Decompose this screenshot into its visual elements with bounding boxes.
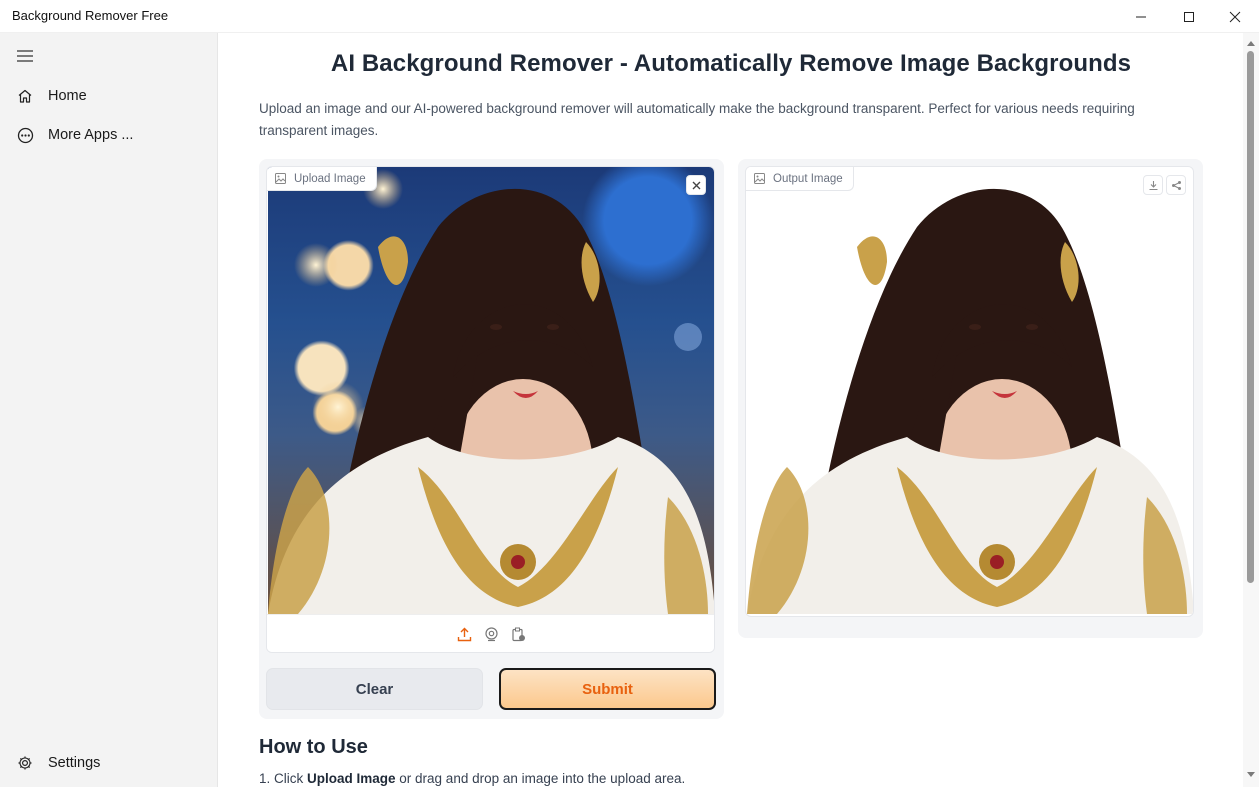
sidebar: Home More Apps ... Settings — [0, 33, 218, 787]
step-1-suffix: or drag and drop an image into the uploa… — [395, 771, 686, 786]
share-button[interactable] — [1166, 175, 1186, 195]
sidebar-item-label: Settings — [48, 755, 101, 771]
submit-button[interactable]: Submit — [499, 668, 716, 710]
download-icon — [1149, 180, 1157, 190]
image-icon — [754, 173, 765, 184]
sidebar-item-settings[interactable]: Settings — [6, 745, 212, 781]
gear-icon — [16, 754, 34, 772]
upload-image-dropzone[interactable]: Upload Image — [266, 166, 715, 653]
how-to-step-1: 1. Click Upload Image or drag and drop a… — [259, 771, 685, 786]
clipboard-icon[interactable] — [510, 626, 527, 643]
input-panel: Upload Image Clear Submit — [259, 159, 724, 719]
upload-image-label: Upload Image — [267, 167, 377, 191]
vertical-scrollbar[interactable] — [1243, 33, 1259, 787]
sidebar-item-home[interactable]: Home — [6, 78, 212, 114]
upload-image-label-text: Upload Image — [294, 172, 366, 185]
image-source-bar — [267, 614, 714, 652]
scrollbar-thumb[interactable] — [1247, 51, 1254, 583]
remove-image-button[interactable] — [686, 175, 706, 195]
upload-icon[interactable] — [456, 626, 473, 643]
image-icon — [275, 173, 286, 184]
minimize-button[interactable] — [1118, 0, 1164, 33]
home-icon — [16, 87, 34, 105]
close-icon — [1229, 11, 1241, 22]
close-window-button[interactable] — [1212, 0, 1258, 33]
scroll-down-arrow-icon[interactable] — [1247, 772, 1255, 777]
close-icon — [692, 181, 700, 189]
webcam-icon[interactable] — [483, 626, 500, 643]
title-bar: Background Remover Free — [0, 0, 1259, 33]
maximize-icon — [1184, 11, 1194, 22]
download-button[interactable] — [1143, 175, 1163, 195]
main-content: AI Background Remover - Automatically Re… — [219, 33, 1243, 787]
sidebar-item-more-apps[interactable]: More Apps ... — [6, 117, 212, 153]
how-to-use-heading: How to Use — [259, 736, 368, 758]
portrait-image-transparent — [747, 188, 1193, 614]
output-image-container: Output Image — [745, 166, 1194, 617]
hamburger-icon — [17, 50, 33, 62]
page-description: Upload an image and our AI-powered backg… — [259, 101, 1135, 138]
menu-toggle-button[interactable] — [14, 45, 36, 67]
scroll-up-arrow-icon[interactable] — [1247, 41, 1255, 46]
output-image-label-text: Output Image — [773, 172, 843, 185]
minimize-icon — [1136, 16, 1146, 17]
share-icon — [1171, 180, 1181, 190]
maximize-button[interactable] — [1166, 0, 1212, 33]
sidebar-item-label: More Apps ... — [48, 127, 134, 143]
uploaded-image — [268, 167, 714, 614]
portrait-image — [268, 169, 714, 614]
step-1-bold: Upload Image — [307, 771, 396, 786]
clear-button[interactable]: Clear — [266, 668, 483, 710]
output-image-label: Output Image — [746, 167, 854, 191]
sidebar-item-label: Home — [48, 88, 87, 104]
step-1-prefix: 1. Click — [259, 771, 308, 786]
output-panel: Output Image — [738, 159, 1203, 638]
more-apps-icon — [16, 126, 34, 144]
output-image — [747, 167, 1193, 614]
window-title: Background Remover Free — [12, 8, 169, 23]
page-title: AI Background Remover - Automatically Re… — [330, 50, 1132, 77]
